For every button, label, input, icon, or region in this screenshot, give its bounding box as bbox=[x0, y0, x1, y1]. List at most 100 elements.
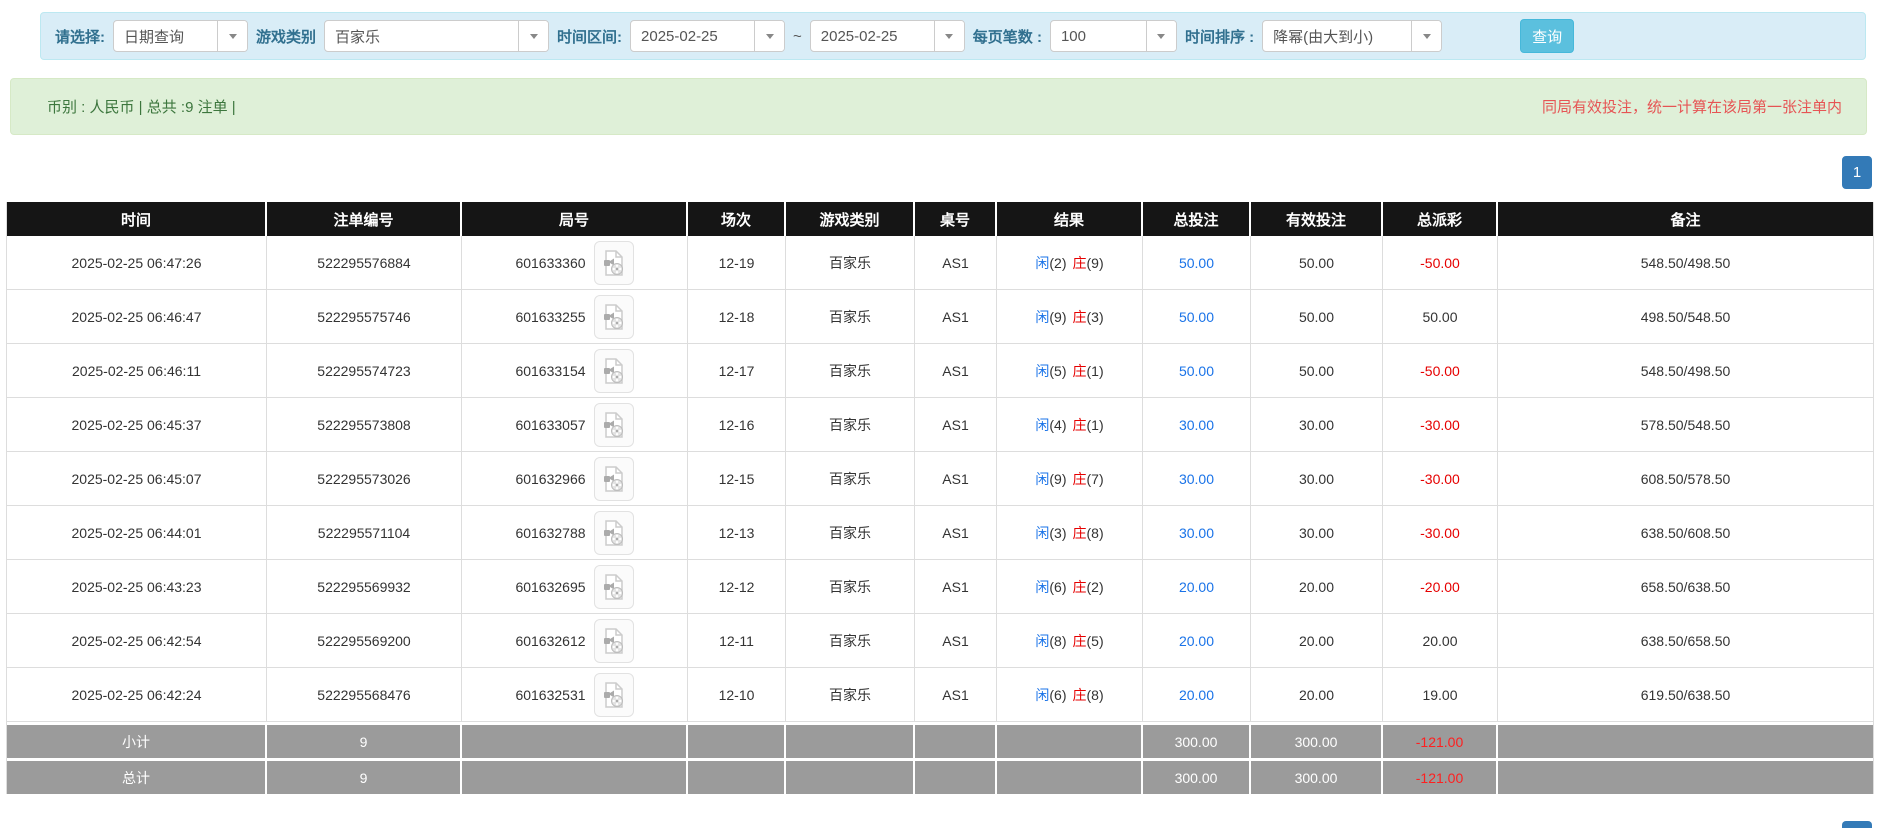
cell-session: 12-15 bbox=[688, 452, 786, 505]
cell-table-no: AS1 bbox=[915, 614, 997, 667]
header-time: 时间 bbox=[7, 202, 267, 236]
cell-game-type: 百家乐 bbox=[786, 506, 915, 559]
cell-payout: 19.00 bbox=[1383, 668, 1498, 721]
page-size-select[interactable]: 100 bbox=[1050, 20, 1177, 52]
cell-valid-bet: 20.00 bbox=[1251, 668, 1383, 721]
cell-total-bet: 20.00 bbox=[1143, 560, 1251, 613]
result-banker-score: (7) bbox=[1087, 471, 1104, 487]
video-replay-button[interactable] bbox=[594, 673, 634, 717]
table-row: 2025-02-25 06:45:07 522295573026 6016329… bbox=[7, 452, 1873, 506]
cell-total-bet: 20.00 bbox=[1143, 614, 1251, 667]
result-player-label: 闲 bbox=[1035, 307, 1049, 327]
video-replay-button[interactable] bbox=[594, 295, 634, 339]
cell-result: 闲(9) 庄(7) bbox=[997, 452, 1143, 505]
result-player-score: (4) bbox=[1049, 417, 1066, 433]
cell-session: 12-12 bbox=[688, 560, 786, 613]
cell-total-bet: 20.00 bbox=[1143, 668, 1251, 721]
cell-result: 闲(8) 庄(5) bbox=[997, 614, 1143, 667]
result-banker-label: 庄 bbox=[1073, 523, 1087, 543]
video-replay-button[interactable] bbox=[594, 241, 634, 285]
video-icon bbox=[602, 411, 626, 439]
cell-round-id: 601632788 bbox=[462, 506, 688, 559]
video-icon bbox=[602, 519, 626, 547]
video-replay-button[interactable] bbox=[594, 619, 634, 663]
cell-time: 2025-02-25 06:44:01 bbox=[7, 506, 267, 559]
cell-game-type: 百家乐 bbox=[786, 668, 915, 721]
header-valid-bet: 有效投注 bbox=[1251, 202, 1383, 236]
cell-result: 闲(9) 庄(3) bbox=[997, 290, 1143, 343]
cell-result: 闲(4) 庄(1) bbox=[997, 398, 1143, 451]
betting-records-page: 请选择: 日期查询 游戏类别 百家乐 时间区间: 2025-02-25 ~ 20… bbox=[0, 0, 1887, 828]
cell-bet-id: 522295571104 bbox=[267, 506, 462, 559]
select-label: 请选择: bbox=[55, 26, 105, 47]
cell-table-no: AS1 bbox=[915, 236, 997, 289]
round-id-text: 601632695 bbox=[515, 579, 585, 595]
cell-table-no: AS1 bbox=[915, 344, 997, 397]
round-id-text: 601632966 bbox=[515, 471, 585, 487]
cell-time: 2025-02-25 06:45:07 bbox=[7, 452, 267, 505]
result-banker-score: (1) bbox=[1087, 363, 1104, 379]
round-id-text: 601633154 bbox=[515, 363, 585, 379]
cell-bet-id: 522295575746 bbox=[267, 290, 462, 343]
result-player-label: 闲 bbox=[1035, 631, 1049, 651]
video-replay-button[interactable] bbox=[594, 349, 634, 393]
result-banker-score: (8) bbox=[1087, 687, 1104, 703]
cell-bet-id: 522295574723 bbox=[267, 344, 462, 397]
search-button[interactable]: 查询 bbox=[1520, 19, 1574, 53]
cell-valid-bet: 30.00 bbox=[1251, 506, 1383, 559]
pagination-bottom[interactable] bbox=[1842, 821, 1872, 828]
sort-order-select[interactable]: 降幂(由大到小) bbox=[1262, 20, 1442, 52]
cell-remark: 638.50/658.50 bbox=[1498, 614, 1873, 667]
video-icon bbox=[602, 681, 626, 709]
pagination-page-1[interactable]: 1 bbox=[1842, 156, 1872, 189]
cell-result: 闲(5) 庄(1) bbox=[997, 344, 1143, 397]
cell-remark: 548.50/498.50 bbox=[1498, 344, 1873, 397]
video-icon bbox=[602, 357, 626, 385]
header-bet-id: 注单编号 bbox=[267, 202, 462, 236]
game-category-value: 百家乐 bbox=[325, 26, 518, 47]
table-row: 2025-02-25 06:46:47 522295575746 6016332… bbox=[7, 290, 1873, 344]
video-icon bbox=[602, 573, 626, 601]
bet-records-table: 时间 注单编号 局号 场次 游戏类别 桌号 结果 总投注 有效投注 总派彩 备注… bbox=[6, 202, 1874, 794]
header-session: 场次 bbox=[688, 202, 786, 236]
header-round-id: 局号 bbox=[462, 202, 688, 236]
cell-session: 12-19 bbox=[688, 236, 786, 289]
date-from-select[interactable]: 2025-02-25 bbox=[630, 20, 785, 52]
video-replay-button[interactable] bbox=[594, 457, 634, 501]
cell-table-no: AS1 bbox=[915, 506, 997, 559]
game-category-select[interactable]: 百家乐 bbox=[324, 20, 549, 52]
result-player-score: (2) bbox=[1049, 255, 1066, 271]
round-id-text: 601632788 bbox=[515, 525, 585, 541]
info-bar: 币别 : 人民币 | 总共 :9 注单 | 同局有效投注，统一计算在该局第一张注… bbox=[10, 78, 1867, 135]
date-from-value: 2025-02-25 bbox=[631, 28, 754, 45]
cell-payout: -50.00 bbox=[1383, 236, 1498, 289]
video-replay-button[interactable] bbox=[594, 403, 634, 447]
cell-valid-bet: 50.00 bbox=[1251, 236, 1383, 289]
cell-total-bet: 30.00 bbox=[1143, 506, 1251, 559]
video-replay-button[interactable] bbox=[594, 565, 634, 609]
range-separator: ~ bbox=[793, 28, 802, 45]
cell-result: 闲(6) 庄(8) bbox=[997, 668, 1143, 721]
cell-round-id: 601632695 bbox=[462, 560, 688, 613]
cell-table-no: AS1 bbox=[915, 668, 997, 721]
video-icon bbox=[602, 303, 626, 331]
filter-bar: 请选择: 日期查询 游戏类别 百家乐 时间区间: 2025-02-25 ~ 20… bbox=[40, 12, 1866, 60]
result-player-score: (9) bbox=[1049, 471, 1066, 487]
result-player-label: 闲 bbox=[1035, 361, 1049, 381]
cell-time: 2025-02-25 06:42:24 bbox=[7, 668, 267, 721]
cell-time: 2025-02-25 06:45:37 bbox=[7, 398, 267, 451]
total-row: 总计 9 300.00 300.00 -121.00 bbox=[7, 761, 1873, 794]
query-type-select[interactable]: 日期查询 bbox=[113, 20, 248, 52]
page-size-label: 每页笔数 : bbox=[973, 26, 1042, 47]
result-player-label: 闲 bbox=[1035, 415, 1049, 435]
header-total-bet: 总投注 bbox=[1143, 202, 1251, 236]
result-banker-label: 庄 bbox=[1073, 685, 1087, 705]
cell-table-no: AS1 bbox=[915, 452, 997, 505]
cell-valid-bet: 30.00 bbox=[1251, 452, 1383, 505]
cell-payout: -50.00 bbox=[1383, 344, 1498, 397]
cell-remark: 578.50/548.50 bbox=[1498, 398, 1873, 451]
cell-valid-bet: 20.00 bbox=[1251, 560, 1383, 613]
video-replay-button[interactable] bbox=[594, 511, 634, 555]
date-to-select[interactable]: 2025-02-25 bbox=[810, 20, 965, 52]
cell-game-type: 百家乐 bbox=[786, 290, 915, 343]
